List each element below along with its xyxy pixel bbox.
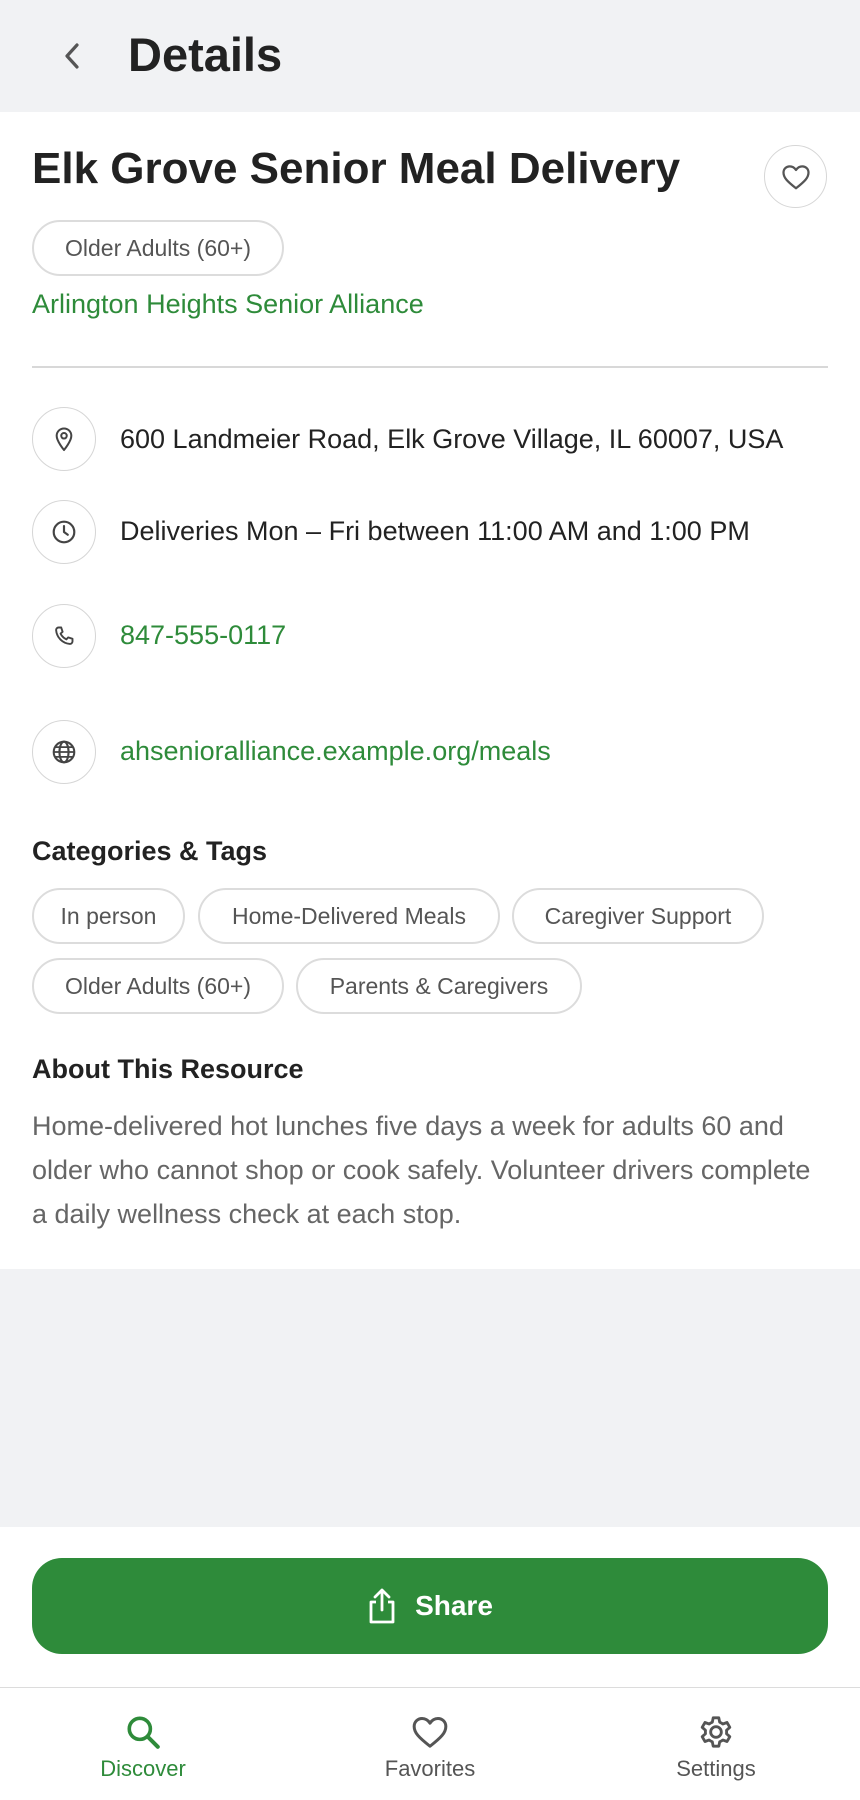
heart-outline-icon: [781, 164, 810, 189]
page-title: Details: [128, 28, 283, 81]
phone-link[interactable]: 847-555-0117: [120, 618, 286, 652]
resource-title: Elk Grove Senior Meal Delivery: [32, 144, 681, 193]
website-icon-circle: [32, 720, 96, 784]
share-label: Share: [415, 1590, 493, 1621]
categories-heading: Categories & Tags: [32, 836, 268, 866]
phone-icon: [55, 626, 74, 645]
tag-chip: Older Adults (60+): [32, 958, 284, 1014]
top-app-bar: Details: [0, 0, 860, 112]
bottom-tab-bar: Discover Favorites Settings: [0, 1687, 860, 1800]
tab-discover[interactable]: Discover: [43, 1688, 243, 1800]
tab-label-discover: Discover: [100, 1756, 186, 1781]
clock-icon: [52, 520, 76, 544]
share-bar: Share: [0, 1527, 860, 1687]
tag-chip: Parents & Caregivers: [296, 958, 582, 1014]
audience-chip: Older Adults (60+): [32, 220, 284, 276]
back-button[interactable]: [54, 36, 90, 76]
website-link[interactable]: ahsenioralliance.example.org/meals: [120, 734, 551, 768]
about-heading: About This Resource: [32, 1054, 304, 1084]
hours-text: Deliveries Mon – Fri between 11:00 AM an…: [120, 516, 750, 546]
tag-chip: Home-Delivered Meals: [198, 888, 500, 944]
location-pin-icon: [55, 427, 73, 452]
about-description: Home-delivered hot lunches five days a w…: [32, 1111, 811, 1229]
hours-icon-circle: [32, 500, 96, 564]
share-icon: [369, 1588, 395, 1624]
address-icon-circle: [32, 407, 96, 471]
favorite-button[interactable]: [764, 145, 827, 208]
share-button[interactable]: Share: [32, 1558, 828, 1654]
divider: [32, 366, 828, 368]
gear-icon: [700, 1716, 732, 1748]
tab-settings[interactable]: Settings: [616, 1688, 816, 1800]
organization-link[interactable]: Arlington Heights Senior Alliance: [32, 287, 424, 321]
tag-chip: Caregiver Support: [512, 888, 764, 944]
phone-icon-circle: [32, 604, 96, 668]
tab-favorites[interactable]: Favorites: [330, 1688, 530, 1800]
globe-icon: [52, 740, 76, 764]
resource-detail-card: Elk Grove Senior Meal Delivery Older Adu…: [0, 112, 860, 1269]
search-icon: [127, 1716, 160, 1749]
heart-icon: [412, 1717, 448, 1748]
chevron-left-icon: [65, 43, 79, 69]
tab-label-settings: Settings: [676, 1756, 756, 1781]
address-text: 600 Landmeier Road, Elk Grove Village, I…: [120, 424, 784, 454]
tab-label-favorites: Favorites: [384, 1756, 476, 1781]
tag-chip: In person: [32, 888, 185, 944]
